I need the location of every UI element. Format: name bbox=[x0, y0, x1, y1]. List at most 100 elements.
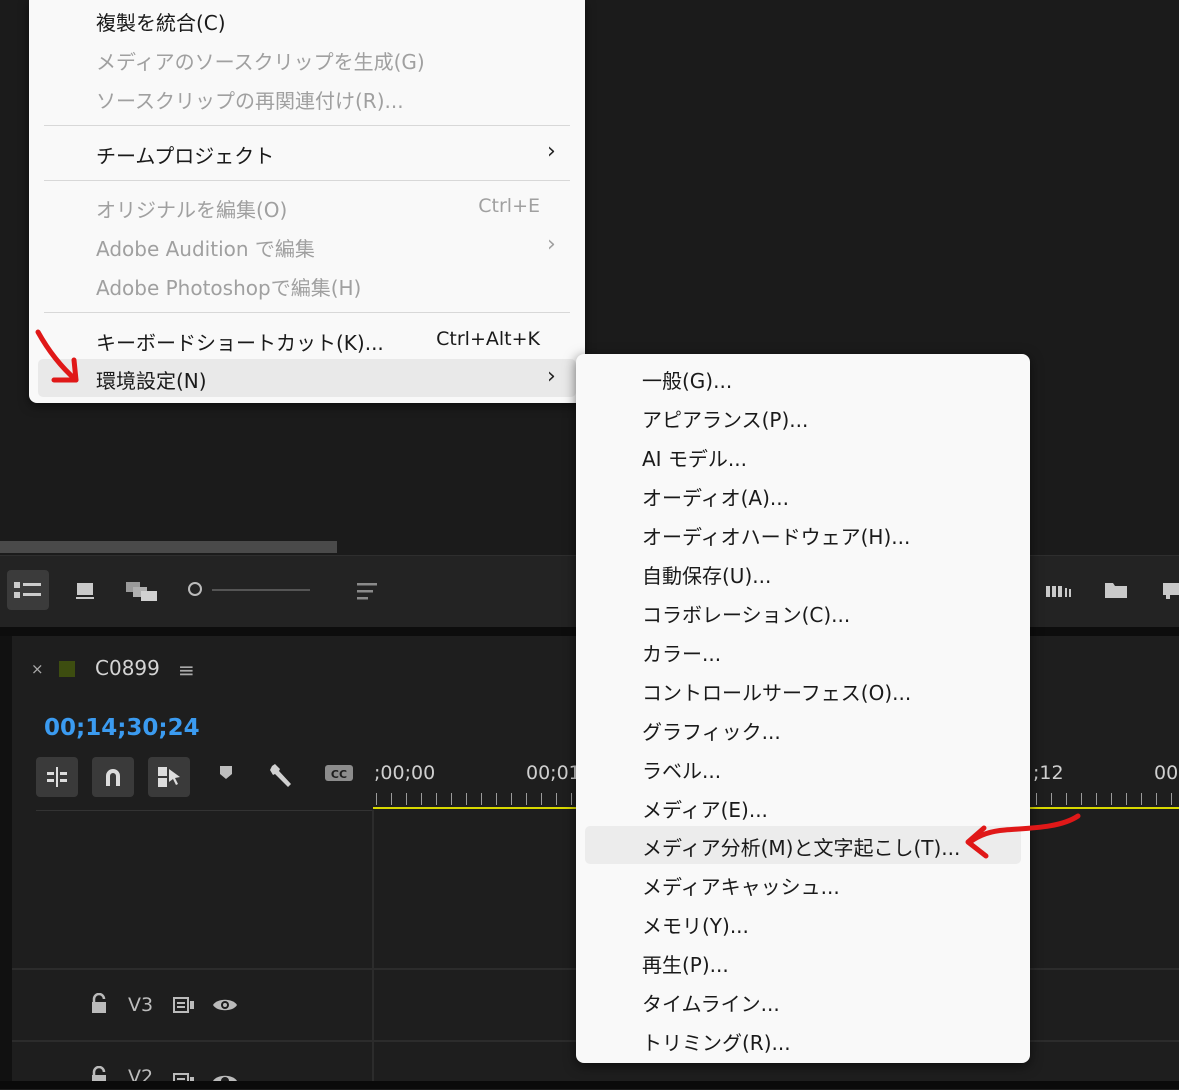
magnet-icon bbox=[106, 769, 120, 786]
ruler-label: ;12 bbox=[1033, 762, 1064, 784]
submenu-item-auto-save[interactable]: 自動保存(U)... bbox=[576, 554, 1030, 592]
submenu-item-playback[interactable]: 再生(P)... bbox=[576, 943, 1030, 981]
automate-icon bbox=[1046, 586, 1071, 597]
preferences-submenu: 一般(G)... アピアランス(P)... AI モデル... オーディオ(A)… bbox=[576, 354, 1030, 1063]
submenu-item-label: メモリ(Y)... bbox=[642, 914, 749, 938]
new-bin-button[interactable] bbox=[1102, 578, 1130, 602]
toggle-track-output-button[interactable] bbox=[212, 996, 238, 1019]
submenu-item-appearance[interactable]: アピアランス(P)... bbox=[576, 398, 1030, 436]
annotation-arrow-icon bbox=[965, 813, 1081, 859]
submenu-item-audio[interactable]: オーディオ(A)... bbox=[576, 476, 1030, 514]
closed-captions-icon: CC bbox=[325, 765, 353, 781]
submenu-item-trim[interactable]: トリミング(R)... bbox=[576, 1021, 1030, 1059]
submenu-item-media-cache[interactable]: メディアキャッシュ... bbox=[576, 865, 1030, 903]
menu-separator bbox=[44, 312, 570, 313]
insert-nest-button[interactable] bbox=[36, 757, 78, 797]
menu-separator bbox=[44, 180, 570, 181]
close-tab-button[interactable]: × bbox=[31, 660, 44, 678]
submenu-item-collaboration[interactable]: コラボレーション(C)... bbox=[576, 593, 1030, 631]
submenu-item-label: AI モデル... bbox=[642, 447, 748, 471]
annotation-arrow-icon bbox=[35, 329, 79, 383]
menu-item-edit-in-audition[interactable]: Adobe Audition で編集 › bbox=[29, 227, 585, 265]
submenu-item-label: 一般(G)... bbox=[642, 369, 733, 393]
wrench-icon bbox=[270, 764, 291, 787]
lock-icon bbox=[92, 1065, 106, 1082]
submenu-item-memory[interactable]: メモリ(Y)... bbox=[576, 904, 1030, 942]
freeform-view-button[interactable] bbox=[124, 578, 160, 604]
submenu-item-audio-hardware[interactable]: オーディオハードウェア(H)... bbox=[576, 515, 1030, 553]
submenu-item-label: メディア分析(M)と文字起こし(T)... bbox=[642, 836, 961, 860]
menu-item-preferences[interactable]: 環境設定(N) › bbox=[38, 359, 576, 397]
ruler-label: ;00;00 bbox=[374, 762, 436, 784]
submenu-item-label: 自動保存(U)... bbox=[642, 564, 772, 588]
sync-lock-icon bbox=[173, 997, 194, 1013]
ruler-label: 00 bbox=[1154, 762, 1179, 784]
menu-item-team-project[interactable]: チームプロジェクト › bbox=[29, 134, 585, 172]
zoom-slider[interactable] bbox=[212, 589, 310, 591]
add-marker-button[interactable] bbox=[217, 762, 235, 787]
marker-icon bbox=[220, 766, 232, 779]
edit-menu-dropdown: 複製を統合(C) メディアのソースクリップを生成(G) ソースクリップの再関連付… bbox=[29, 0, 585, 403]
sort-icon bbox=[357, 583, 377, 600]
window-bottom-edge bbox=[0, 1081, 1179, 1089]
ruler-label: 00;01 bbox=[526, 762, 581, 784]
eye-icon bbox=[213, 999, 237, 1011]
linked-selection-icon bbox=[158, 767, 180, 787]
menu-item-keyboard-shortcuts[interactable]: キーボードショートカット(K)... Ctrl+Alt+K bbox=[29, 321, 585, 359]
submenu-item-label: 再生(P)... bbox=[642, 953, 729, 977]
submenu-item-timeline[interactable]: タイムライン... bbox=[576, 982, 1030, 1020]
menu-separator bbox=[44, 125, 570, 126]
menu-item-label: 環境設定(N) bbox=[96, 369, 207, 393]
menu-item-label: ソースクリップの再関連付け(R)... bbox=[96, 89, 404, 113]
submenu-item-graphics[interactable]: グラフィック... bbox=[576, 710, 1030, 748]
new-item-button[interactable] bbox=[1160, 578, 1179, 602]
submenu-item-label: トリミング(R)... bbox=[642, 1031, 791, 1055]
submenu-item-ai-models[interactable]: AI モデル... bbox=[576, 437, 1030, 475]
menu-item-shortcut: Ctrl+E bbox=[478, 195, 540, 217]
panel-edge bbox=[0, 636, 12, 1089]
menu-item-label: Adobe Audition で編集 bbox=[96, 237, 315, 261]
automate-to-sequence-button[interactable] bbox=[1044, 580, 1076, 602]
menu-item-edit-in-photoshop[interactable]: Adobe Photoshopで編集(H) bbox=[29, 266, 585, 304]
panel-menu-button[interactable]: ≡ bbox=[178, 658, 195, 682]
folder-icon bbox=[1105, 583, 1127, 598]
menu-item-consolidate-duplicates[interactable]: 複製を統合(C) bbox=[29, 1, 585, 39]
submenu-item-label: ラベル... bbox=[642, 759, 722, 783]
chevron-right-icon: › bbox=[547, 139, 556, 164]
submenu-item-label: メディアキャッシュ... bbox=[642, 875, 840, 899]
sequence-tab-title[interactable]: C0899 bbox=[95, 656, 160, 680]
menu-item-label: オリジナルを編集(O) bbox=[96, 198, 288, 222]
timeline-settings-button[interactable] bbox=[268, 762, 296, 793]
playhead-timecode[interactable]: 00;14;30;24 bbox=[44, 715, 200, 741]
lock-track-button[interactable] bbox=[90, 992, 108, 1020]
divider bbox=[36, 810, 372, 811]
freeform-view-icon bbox=[126, 582, 157, 601]
sequence-color-label bbox=[59, 661, 75, 677]
icon-view-button[interactable] bbox=[72, 578, 98, 604]
nest-icon bbox=[47, 767, 67, 787]
list-view-button[interactable] bbox=[7, 570, 49, 610]
zoom-slider-handle[interactable] bbox=[188, 582, 202, 596]
captions-button[interactable]: CC bbox=[324, 762, 354, 789]
chevron-right-icon: › bbox=[547, 364, 556, 389]
scrollbar-thumb[interactable] bbox=[0, 541, 337, 553]
submenu-item-control-surface[interactable]: コントロールサーフェス(O)... bbox=[576, 671, 1030, 709]
menu-item-generate-source-clips[interactable]: メディアのソースクリップを生成(G) bbox=[29, 40, 585, 78]
menu-item-label: 複製を統合(C) bbox=[96, 11, 226, 35]
menu-item-reassociate-source-clips[interactable]: ソースクリップの再関連付け(R)... bbox=[29, 79, 585, 117]
menu-item-label: チームプロジェクト bbox=[96, 144, 275, 168]
menu-item-label: メディアのソースクリップを生成(G) bbox=[96, 50, 425, 74]
menu-item-edit-original[interactable]: オリジナルを編集(O) Ctrl+E bbox=[29, 188, 585, 226]
submenu-item-labels[interactable]: ラベル... bbox=[576, 749, 1030, 787]
linked-selection-button[interactable] bbox=[148, 757, 190, 797]
submenu-item-media-analysis-transcription[interactable]: メディア分析(M)と文字起こし(T)... bbox=[585, 826, 1021, 864]
submenu-item-label: コラボレーション(C)... bbox=[642, 603, 851, 627]
sync-lock-button[interactable] bbox=[172, 996, 196, 1019]
list-view-icon bbox=[14, 582, 41, 598]
submenu-item-label: カラー... bbox=[642, 642, 722, 666]
snap-button[interactable] bbox=[92, 757, 134, 797]
icon-view-icon bbox=[76, 583, 94, 599]
sort-icons-button[interactable] bbox=[352, 578, 382, 604]
submenu-item-color[interactable]: カラー... bbox=[576, 632, 1030, 670]
submenu-item-general[interactable]: 一般(G)... bbox=[576, 359, 1030, 397]
